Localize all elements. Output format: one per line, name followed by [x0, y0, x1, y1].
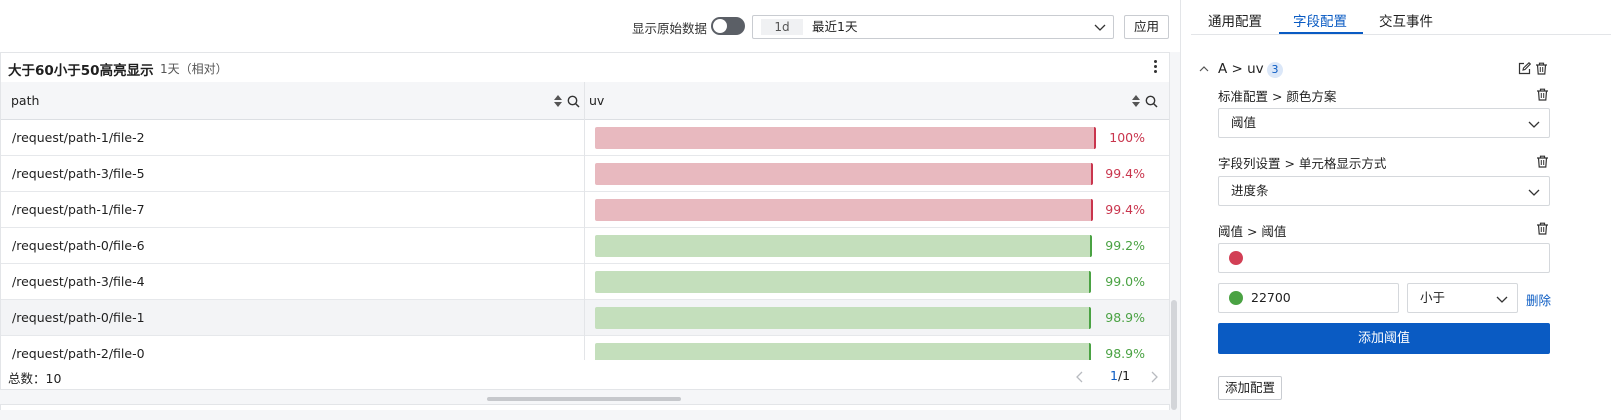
edit-icon[interactable] — [1518, 62, 1531, 75]
pagination-indicator: 1/1 — [1110, 368, 1131, 383]
search-icon[interactable] — [567, 95, 580, 108]
uv-percent-label: 99.4% — [1105, 166, 1145, 181]
apply-button[interactable]: 应用 — [1124, 15, 1169, 39]
column-header-path: path — [11, 93, 40, 108]
tab-field-config[interactable]: 字段配置 — [1293, 10, 1347, 30]
threshold-base-row[interactable] — [1218, 243, 1550, 273]
time-range-select[interactable]: 1d 最近1天 — [752, 15, 1114, 39]
config-count-badge: 3 — [1267, 62, 1283, 78]
total-count: 总数：10 — [8, 371, 62, 386]
uv-progress-bar — [595, 127, 1096, 149]
uv-percent-label: 100% — [1109, 130, 1145, 145]
table-panel: 大于60小于50高亮显示 1天（相对） path uv /request/pat… — [0, 52, 1170, 390]
threshold-color-swatch[interactable] — [1229, 291, 1243, 305]
config-pane: 通用配置 字段配置 交互事件 A > uv 3 标准配置 > 颜色方案 阈值 字… — [1181, 0, 1615, 420]
threshold-value-input[interactable]: 22700 — [1218, 283, 1399, 313]
table-header: path uv — [1, 82, 1169, 120]
tab-general-config[interactable]: 通用配置 — [1208, 10, 1262, 30]
sort-icon[interactable] — [554, 95, 562, 107]
chevron-down-icon — [1496, 296, 1508, 303]
uv-percent-label: 99.0% — [1105, 274, 1145, 289]
uv-percent-label: 98.9% — [1105, 346, 1145, 360]
path-cell: /request/path-2/file-0 — [12, 346, 145, 360]
base-color-swatch[interactable] — [1229, 251, 1243, 265]
path-cell: /request/path-0/file-6 — [12, 238, 145, 253]
table-row[interactable]: /request/path-3/file-5 99.4% — [1, 156, 1169, 192]
cell-display-select[interactable]: 进度条 — [1218, 176, 1550, 206]
uv-percent-label: 99.2% — [1105, 238, 1145, 253]
uv-progress-bar — [595, 307, 1091, 329]
uv-progress-bar — [595, 199, 1093, 221]
color-scheme-value: 阈值 — [1231, 115, 1257, 130]
panel-time-range: 1天（相对） — [160, 62, 228, 76]
raw-data-label: 显示原始数据 — [632, 21, 708, 36]
delete-threshold-link[interactable]: 删除 — [1526, 290, 1551, 309]
chevron-down-icon — [1528, 189, 1540, 196]
threshold-label: 阈值 > 阈值 — [1218, 224, 1287, 239]
uv-percent-label: 98.9% — [1105, 310, 1145, 325]
table-body: /request/path-1/file-2 100%/request/path-… — [1, 120, 1169, 360]
cell-display-label: 字段列设置 > 单元格显示方式 — [1218, 156, 1387, 171]
sort-icon[interactable] — [1132, 95, 1140, 107]
field-section-title: A > uv — [1218, 61, 1264, 77]
chevron-up-icon[interactable] — [1199, 64, 1209, 74]
chevron-down-icon — [1094, 24, 1106, 31]
chevron-down-icon — [1528, 121, 1540, 128]
chevron-left-icon[interactable] — [1075, 371, 1085, 383]
uv-progress-bar — [595, 343, 1091, 360]
dashboard-area: 显示原始数据 1d 最近1天 应用 大于60小于50高亮显示 1天（相对） pa… — [0, 0, 1180, 420]
table-row[interactable]: /request/path-0/file-1 98.9% — [1, 300, 1169, 336]
vertical-scrollbar[interactable] — [1171, 300, 1177, 410]
path-cell: /request/path-0/file-1 — [12, 310, 145, 325]
table-row[interactable]: /request/path-1/file-2 100% — [1, 120, 1169, 156]
time-range-badge: 1d — [761, 19, 803, 35]
uv-progress-bar — [595, 235, 1092, 257]
uv-progress-bar — [595, 163, 1093, 185]
threshold-operator-value: 小于 — [1420, 290, 1446, 305]
column-divider — [584, 82, 585, 360]
tab-interaction-events[interactable]: 交互事件 — [1379, 10, 1433, 30]
tab-divider — [1191, 34, 1611, 35]
time-range-value: 最近1天 — [812, 19, 858, 34]
add-threshold-button[interactable]: 添加阈值 — [1218, 323, 1550, 354]
raw-data-toggle[interactable] — [711, 17, 745, 35]
panel-title: 大于60小于50高亮显示 — [8, 63, 154, 79]
next-panel-edge — [0, 404, 1170, 410]
horizontal-scrollbar[interactable] — [487, 397, 681, 401]
threshold-value: 22700 — [1251, 290, 1291, 305]
uv-percent-label: 99.4% — [1105, 202, 1145, 217]
table-row[interactable]: /request/path-1/file-7 99.4% — [1, 192, 1169, 228]
table-row[interactable]: /request/path-3/file-4 99.0% — [1, 264, 1169, 300]
color-scheme-label: 标准配置 > 颜色方案 — [1218, 89, 1337, 104]
path-cell: /request/path-3/file-5 — [12, 166, 145, 181]
cell-display-value: 进度条 — [1231, 183, 1269, 198]
path-cell: /request/path-1/file-2 — [12, 130, 145, 145]
path-cell: /request/path-1/file-7 — [12, 202, 145, 217]
chevron-right-icon[interactable] — [1149, 371, 1159, 383]
toolbar: 显示原始数据 1d 最近1天 应用 — [0, 0, 1180, 52]
color-scheme-select[interactable]: 阈值 — [1218, 108, 1550, 138]
trash-icon[interactable] — [1536, 88, 1549, 101]
threshold-operator-select[interactable]: 小于 — [1407, 283, 1518, 313]
path-cell: /request/path-3/file-4 — [12, 274, 145, 289]
trash-icon[interactable] — [1536, 155, 1549, 168]
trash-icon[interactable] — [1536, 222, 1549, 235]
search-icon[interactable] — [1145, 95, 1158, 108]
table-row[interactable]: /request/path-0/file-6 99.2% — [1, 228, 1169, 264]
uv-progress-bar — [595, 271, 1091, 293]
column-header-uv: uv — [589, 93, 605, 108]
table-row[interactable]: /request/path-2/file-0 98.9% — [1, 336, 1169, 360]
more-menu-icon[interactable] — [1151, 59, 1159, 75]
trash-icon[interactable] — [1535, 62, 1548, 75]
add-config-button[interactable]: 添加配置 — [1218, 376, 1282, 400]
